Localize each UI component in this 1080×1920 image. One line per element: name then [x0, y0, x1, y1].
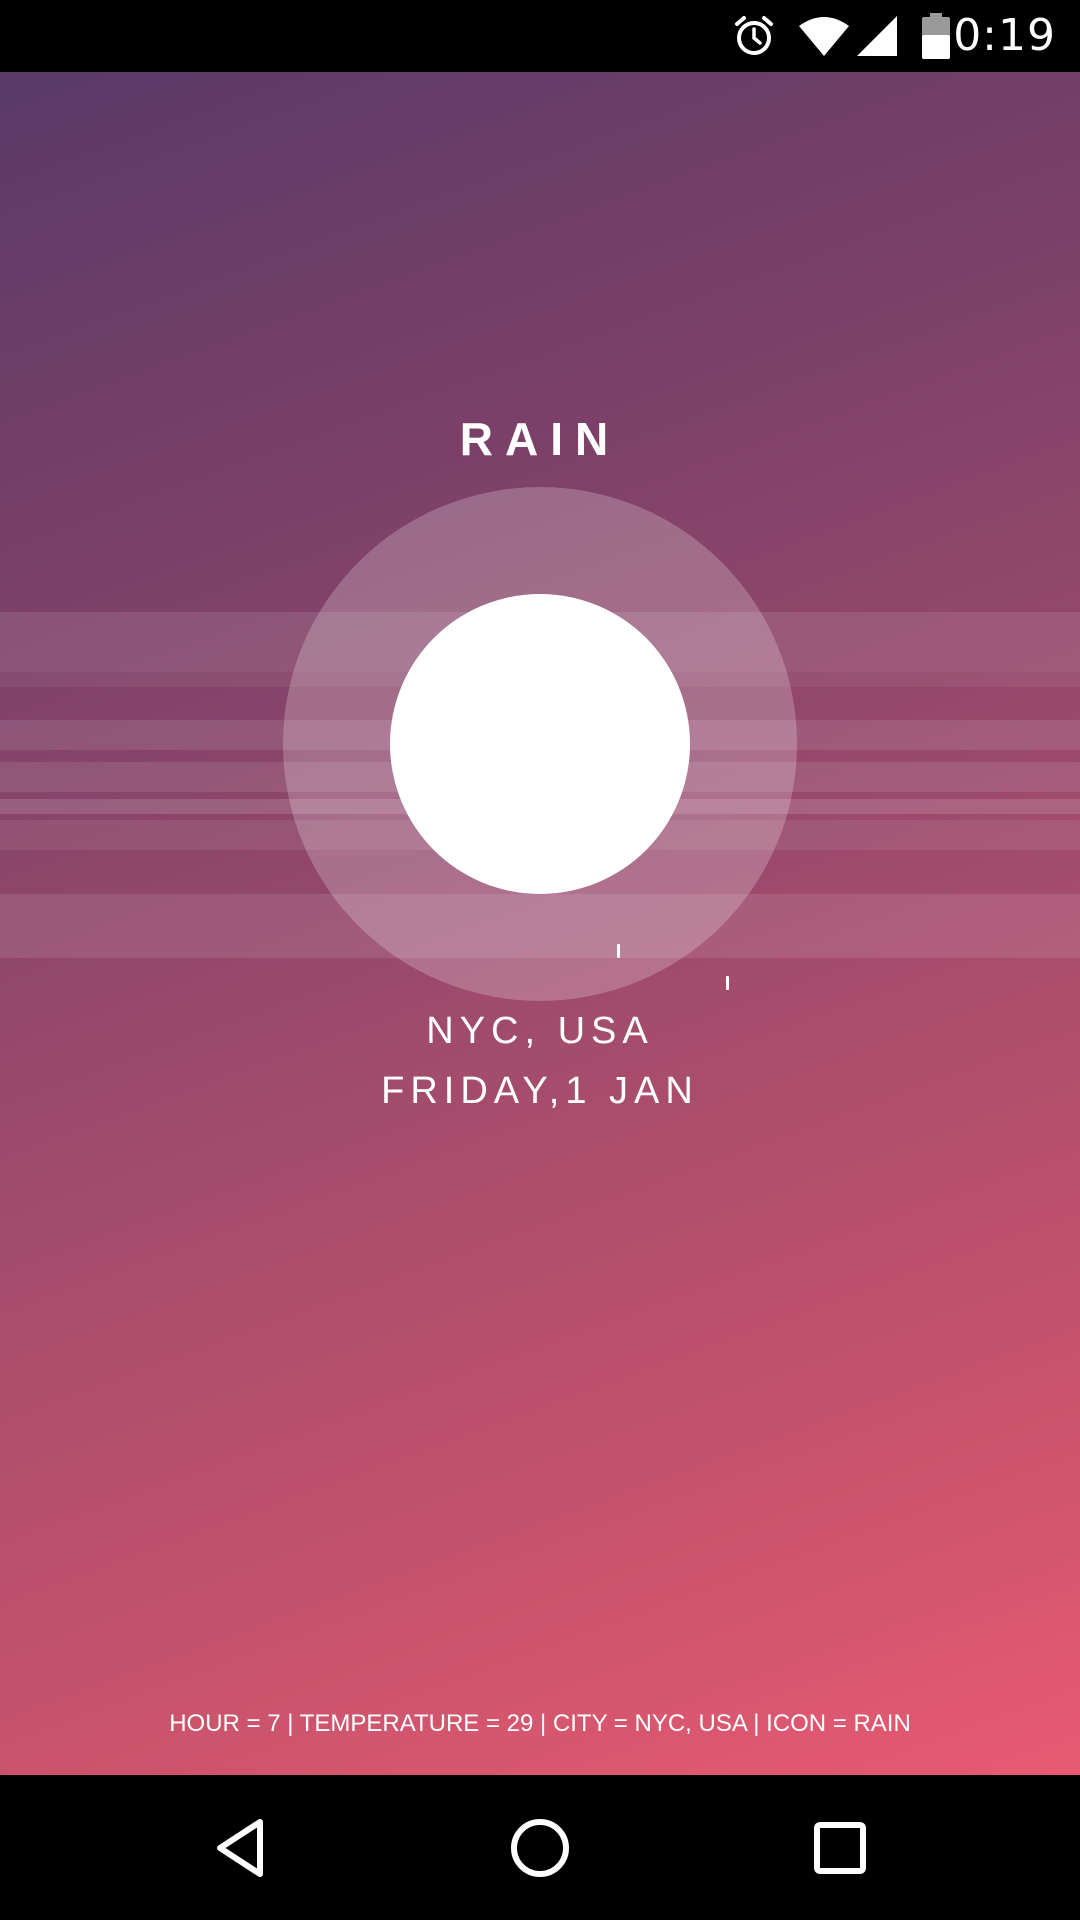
weather-icon-circle [390, 594, 690, 894]
debug-info: HOUR = 7 | TEMPERATURE = 29 | CITY = NYC… [169, 1710, 911, 1737]
date-label: FRIDAY,1 JAN [381, 1070, 699, 1112]
battery-icon [918, 0, 954, 72]
recents-button[interactable] [770, 1775, 910, 1920]
recents-icon [814, 1821, 866, 1874]
raindrop [726, 976, 729, 990]
alarm-icon [730, 0, 778, 72]
city-label: NYC, USA [426, 1010, 654, 1052]
status-bar: 0:19 [0, 0, 1080, 72]
cellular-signal-icon [854, 0, 900, 72]
back-button[interactable] [170, 1775, 310, 1920]
screen: 0:19 RAIN NYC, USA FRIDAY,1 JAN HOUR = 7… [0, 0, 1080, 1920]
status-time: 0:19 [953, 10, 1056, 61]
home-icon [511, 1818, 569, 1877]
raindrop [617, 944, 620, 958]
weather-view: RAIN NYC, USA FRIDAY,1 JAN HOUR = 7 | TE… [0, 72, 1080, 1775]
back-icon [217, 1818, 263, 1877]
home-button[interactable] [470, 1775, 610, 1920]
wifi-icon [796, 0, 852, 72]
navigation-bar [0, 1775, 1080, 1920]
weather-condition-title: RAIN [459, 413, 621, 465]
